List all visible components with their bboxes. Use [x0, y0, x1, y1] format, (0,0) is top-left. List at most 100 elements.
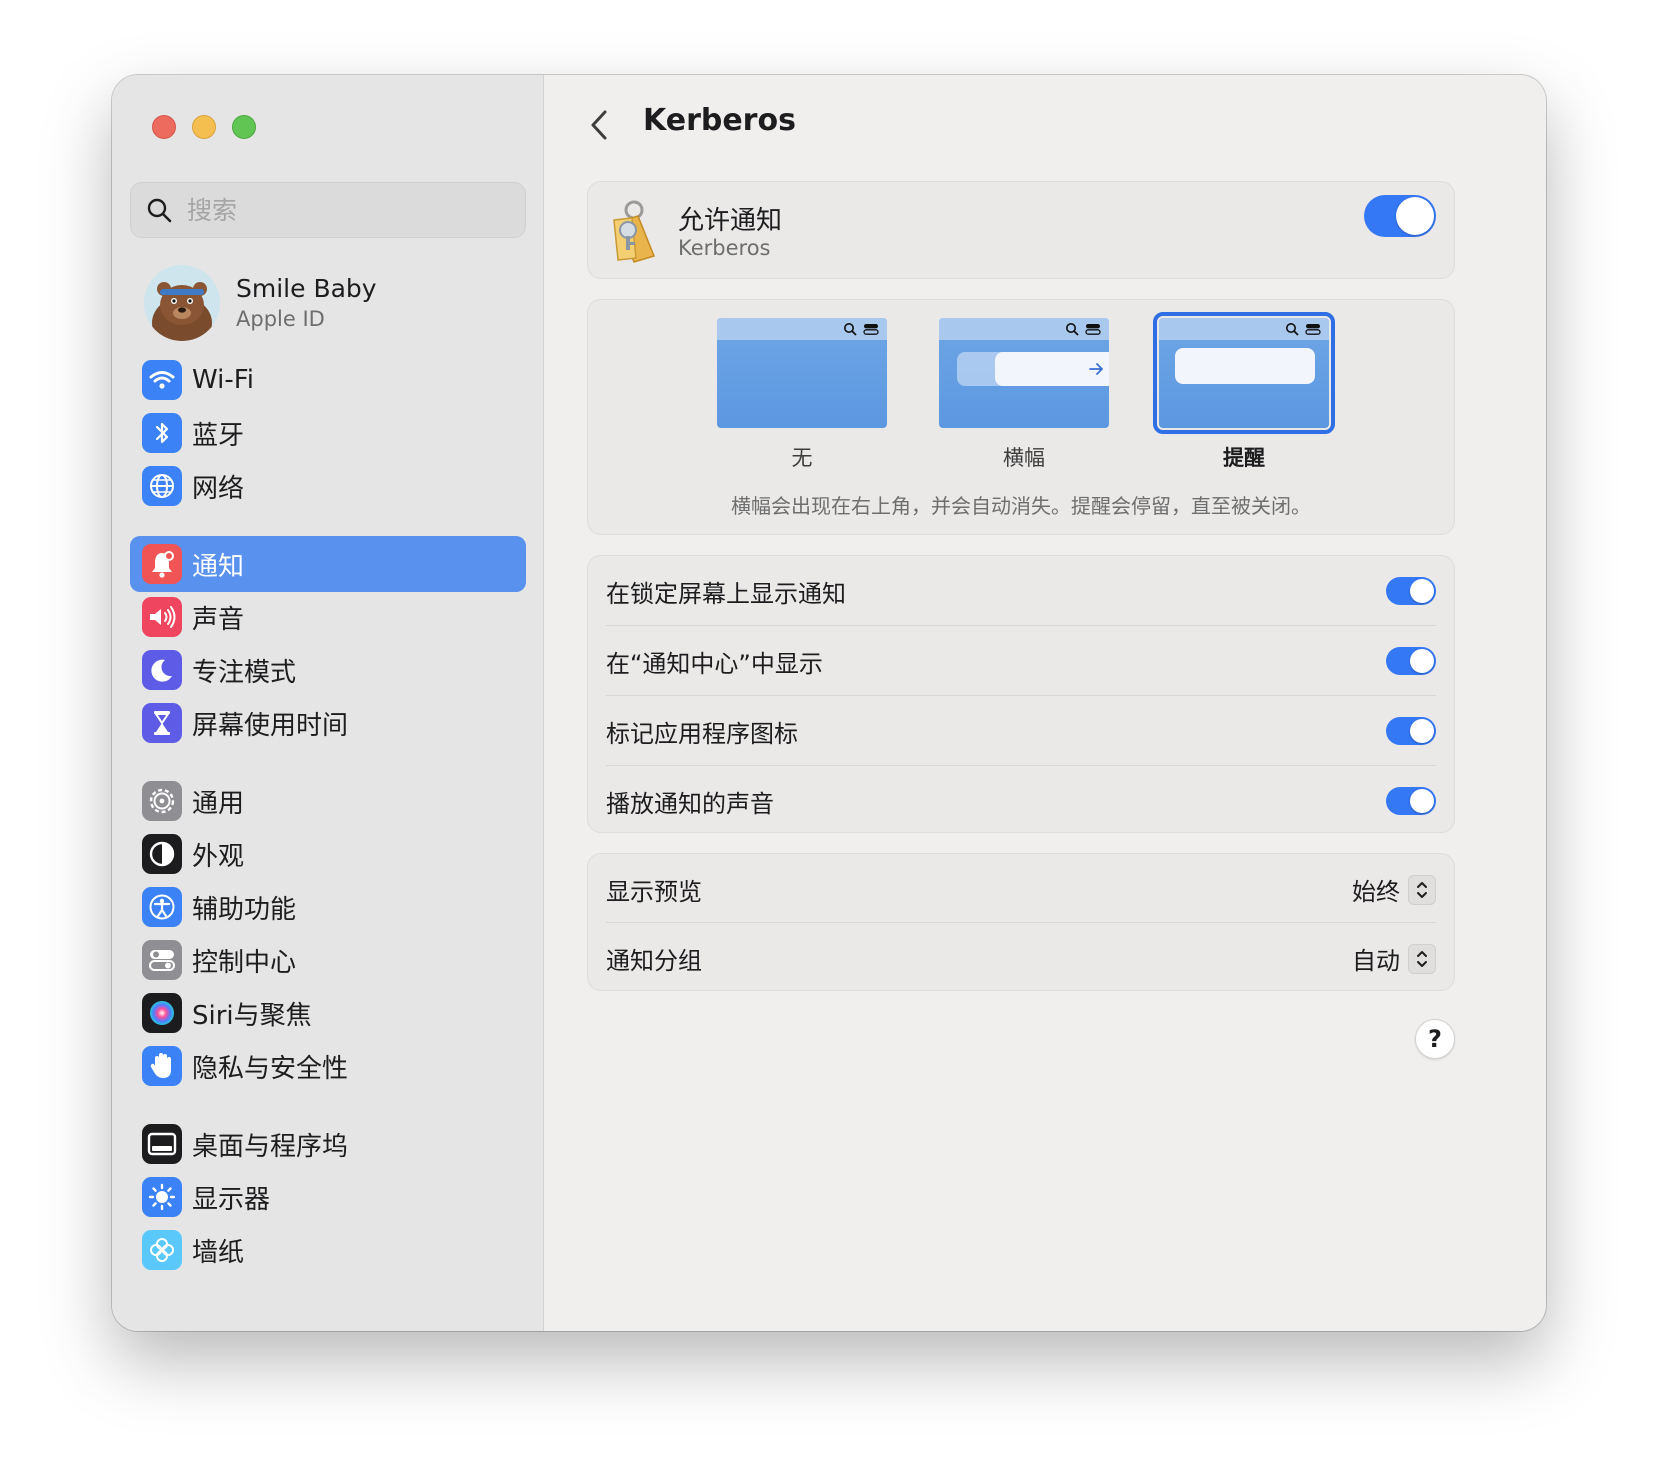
option-label: 在锁定屏幕上显示通知 [606, 579, 846, 608]
style-option-banner[interactable]: 横幅 [934, 312, 1114, 472]
control-center-icon [863, 324, 879, 335]
siri-icon [142, 993, 182, 1033]
option-label: 显示预览 [606, 877, 702, 906]
option-row-play-sound: 播放通知的声音 [606, 766, 1436, 836]
badge-icon-toggle[interactable] [1386, 717, 1436, 745]
search-icon [131, 182, 187, 238]
speaker-icon [142, 597, 182, 637]
sun-icon [142, 1177, 182, 1217]
sidebar-item-label: 通用 [192, 788, 245, 819]
option-label: 播放通知的声音 [606, 789, 774, 818]
sidebar-item-wifi[interactable]: Wi-Fi [130, 352, 526, 408]
moon-icon [142, 650, 182, 690]
kerberos-app-icon [608, 198, 664, 264]
profile-name: Smile Baby [236, 274, 377, 303]
control-center-icon [1305, 324, 1321, 335]
sidebar-item-control-center[interactable]: 控制中心 [130, 932, 526, 988]
allow-notifications-toggle[interactable] [1364, 195, 1436, 237]
sidebar-item-label: 网络 [192, 473, 245, 504]
sidebar-item-general[interactable]: 通用 [130, 773, 526, 829]
sidebar-item-label: Siri与聚焦 [192, 1000, 312, 1031]
sidebar-item-bluetooth[interactable]: 蓝牙 [130, 405, 526, 461]
lock-screen-toggle[interactable] [1386, 577, 1436, 605]
search-icon [1066, 323, 1079, 336]
minimize-window-button[interactable] [192, 115, 216, 139]
search-input[interactable] [187, 195, 507, 225]
search-icon [1286, 323, 1299, 336]
option-row-notification-center: 在“通知中心”中显示 [606, 626, 1436, 696]
sidebar-item-label: Wi-Fi [192, 365, 255, 395]
apple-id-profile[interactable]: Smile Baby Apple ID [144, 265, 377, 341]
chevron-up-down-icon [1408, 874, 1436, 905]
sidebar-item-siri-spotlight[interactable]: Siri与聚焦 [130, 985, 526, 1041]
preview-grouping-card: 显示预览 始终 通知分组 自动 [587, 853, 1455, 991]
search-icon [844, 323, 857, 336]
back-button[interactable] [581, 105, 617, 145]
option-label: 在“通知中心”中显示 [606, 649, 823, 678]
help-button[interactable]: ? [1415, 1019, 1455, 1059]
allow-notifications-title: 允许通知 [678, 206, 783, 236]
settings-window: Smile Baby Apple ID Wi-Fi 蓝牙 [112, 75, 1546, 1331]
search-field[interactable] [130, 182, 526, 238]
sidebar-item-network[interactable]: 网络 [130, 458, 526, 514]
wifi-icon [142, 360, 182, 400]
sidebar-item-accessibility[interactable]: 辅助功能 [130, 879, 526, 935]
option-row-grouping: 通知分组 自动 [606, 923, 1436, 993]
sidebar-item-label: 隐私与安全性 [192, 1053, 349, 1084]
sidebar-item-sound[interactable]: 声音 [130, 589, 526, 645]
bell-icon [142, 544, 182, 584]
zoom-window-button[interactable] [232, 115, 256, 139]
sidebar-item-desktop-dock[interactable]: 桌面与程序坞 [130, 1116, 526, 1172]
grouping-popup[interactable]: 自动 [1352, 941, 1436, 976]
style-preview-alert [1159, 318, 1329, 428]
play-sound-toggle[interactable] [1386, 787, 1436, 815]
option-row-lock-screen: 在锁定屏幕上显示通知 [606, 556, 1436, 626]
sidebar-item-notifications[interactable]: 通知 [130, 536, 526, 592]
notification-options-card: 在锁定屏幕上显示通知 在“通知中心”中显示 标记应用程序图标 播放通知的声音 [587, 555, 1455, 833]
sidebar-item-displays[interactable]: 显示器 [130, 1169, 526, 1225]
option-row-show-preview: 显示预览 始终 [606, 854, 1436, 924]
show-preview-popup[interactable]: 始终 [1352, 872, 1436, 907]
sidebar-item-label: 屏幕使用时间 [192, 710, 349, 741]
option-label: 标记应用程序图标 [606, 719, 798, 748]
chevron-up-down-icon [1408, 943, 1436, 974]
option-label: 通知分组 [606, 946, 702, 975]
appearance-icon [142, 834, 182, 874]
sidebar-item-label: 辅助功能 [192, 894, 297, 925]
sidebar-item-privacy-security[interactable]: 隐私与安全性 [130, 1038, 526, 1094]
sidebar-item-wallpaper[interactable]: 墙纸 [130, 1222, 526, 1278]
sidebar-item-label: 控制中心 [192, 947, 297, 978]
close-window-button[interactable] [152, 115, 176, 139]
chevron-left-icon [591, 110, 607, 140]
style-option-alert[interactable]: 提醒 [1153, 312, 1335, 472]
style-selection-ring [1153, 312, 1335, 434]
allow-notifications-subtitle: Kerberos [678, 236, 771, 260]
gear-icon [142, 781, 182, 821]
sidebar-item-label: 显示器 [192, 1184, 271, 1215]
control-center-icon [1085, 324, 1101, 335]
page-title: Kerberos [643, 103, 796, 138]
sidebar-item-screen-time[interactable]: 屏幕使用时间 [130, 695, 526, 751]
style-label: 提醒 [1223, 446, 1265, 470]
globe-icon [142, 466, 182, 506]
accessibility-icon [142, 887, 182, 927]
hand-icon [142, 1046, 182, 1086]
avatar [144, 265, 220, 341]
flower-icon [142, 1230, 182, 1270]
main-pane: Kerberos 允许通知 Kerberos 无 横幅 提醒 横幅会出现在右上角… [545, 75, 1546, 1331]
notification-center-toggle[interactable] [1386, 647, 1436, 675]
sidebar-item-label: 声音 [192, 604, 245, 635]
style-label: 横幅 [1003, 446, 1045, 470]
sidebar-item-appearance[interactable]: 外观 [130, 826, 526, 882]
style-option-none[interactable]: 无 [712, 312, 892, 472]
popup-value: 始终 [1352, 878, 1400, 906]
hourglass-icon [142, 703, 182, 743]
sidebar-item-label: 通知 [192, 551, 245, 582]
popup-value: 自动 [1352, 947, 1400, 975]
arrow-right-icon [1089, 363, 1103, 375]
allow-notifications-card: 允许通知 Kerberos [587, 181, 1455, 279]
sidebar-item-label: 专注模式 [192, 657, 297, 688]
sidebar-item-focus[interactable]: 专注模式 [130, 642, 526, 698]
sidebar: Smile Baby Apple ID Wi-Fi 蓝牙 [112, 75, 544, 1331]
profile-subtitle: Apple ID [236, 307, 325, 331]
